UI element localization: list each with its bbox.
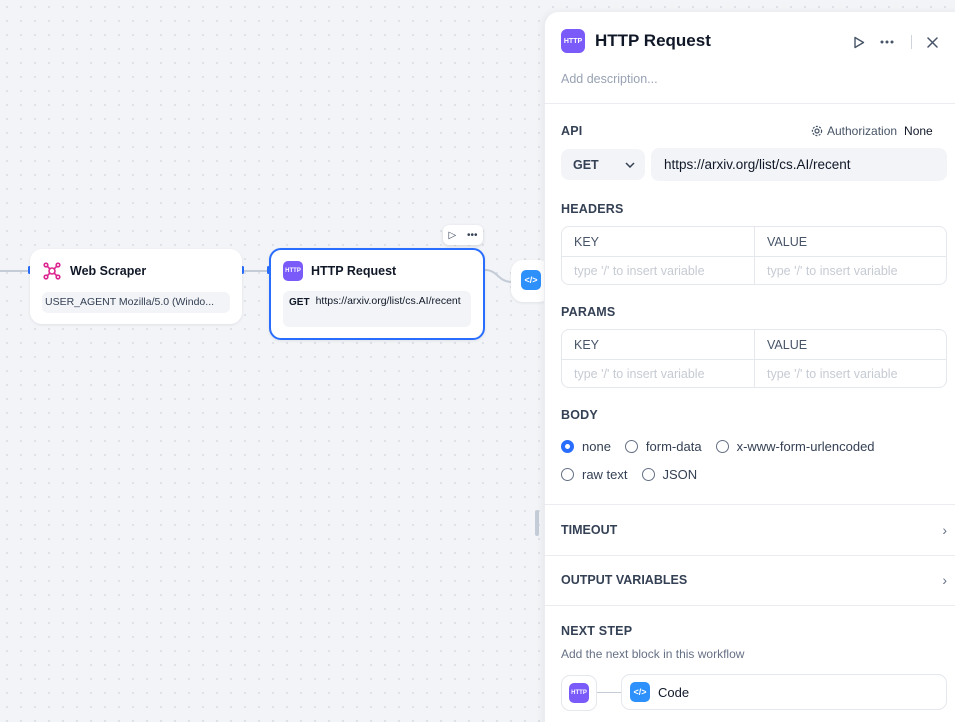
authorization-button[interactable]: Authorization None: [811, 124, 933, 138]
web-scraper-title: Web Scraper: [70, 264, 147, 278]
http-node-summary: GET https://arxiv.org/list/cs.AI/recent: [283, 291, 471, 327]
params-table: KEY VALUE type '/' to insert variable ty…: [561, 329, 947, 388]
panel-resize-handle[interactable]: [535, 510, 539, 536]
header-key-input[interactable]: type '/' to insert variable: [562, 257, 754, 284]
chevron-down-icon: [625, 161, 635, 168]
http-node-url: https://arxiv.org/list/cs.AI/recent: [315, 295, 461, 307]
timeout-section[interactable]: TIMEOUT ›: [561, 522, 947, 538]
chevron-right-icon: ›: [942, 572, 947, 588]
radio-icon: [641, 468, 655, 481]
body-option-none[interactable]: none: [561, 439, 611, 454]
headers-value-header: VALUE: [754, 227, 946, 256]
close-icon: [926, 36, 938, 48]
output-variables-label: OUTPUT VARIABLES: [561, 573, 688, 587]
next-step-target-label: Code: [658, 684, 690, 700]
node-toolbar: ▷ •••: [443, 225, 483, 245]
headers-label: HEADERS: [561, 202, 624, 216]
body-option-form-data[interactable]: form-data: [624, 439, 702, 454]
header-value-input[interactable]: type '/' to insert variable: [754, 257, 946, 284]
body-label: BODY: [561, 408, 598, 422]
code-icon: </>: [521, 270, 541, 290]
edge-in: [0, 270, 30, 272]
url-input[interactable]: https://arxiv.org/list/cs.AI/recent: [651, 148, 947, 181]
radio-icon: [561, 468, 574, 481]
http-request-node[interactable]: HTTP HTTP Request GET https://arxiv.org/…: [269, 248, 485, 340]
body-option-urlencoded[interactable]: x-www-form-urlencoded: [715, 439, 875, 454]
run-node-button[interactable]: [849, 32, 869, 52]
params-value-header: VALUE: [754, 330, 946, 359]
web-scraper-node[interactable]: Web Scraper USER_AGENT Mozilla/5.0 (Wind…: [30, 249, 242, 324]
headers-table: KEY VALUE type '/' to insert variable ty…: [561, 226, 947, 285]
chevron-right-icon: ›: [942, 522, 947, 538]
web-scraper-icon: [42, 261, 62, 281]
method-select[interactable]: GET: [561, 149, 645, 180]
headers-key-header: KEY: [574, 234, 600, 249]
http-icon: HTTP: [569, 683, 589, 703]
http-icon: HTTP: [561, 29, 585, 53]
param-value-input[interactable]: type '/' to insert variable: [754, 360, 946, 387]
authorization-label: Authorization: [827, 124, 898, 138]
radio-icon: [624, 440, 638, 453]
next-step-label: NEXT STEP: [561, 624, 633, 638]
edge-http-code: [484, 269, 513, 283]
timeout-label: TIMEOUT: [561, 523, 618, 537]
http-node-title: HTTP Request: [311, 264, 397, 278]
description-input[interactable]: Add description...: [561, 72, 658, 86]
output-divider: [545, 605, 955, 606]
authorization-value: None: [904, 124, 933, 138]
next-step-description: Add the next block in this workflow: [561, 647, 745, 661]
node-settings-panel: HTTP HTTP Request Add description... API…: [544, 12, 955, 722]
next-step-source: HTTP: [561, 675, 597, 711]
next-step-code-block[interactable]: </> Code: [621, 674, 947, 710]
param-key-input[interactable]: type '/' to insert variable: [562, 360, 754, 387]
next-step-connector: [597, 692, 621, 693]
timeout-divider: [545, 555, 955, 556]
panel-title[interactable]: HTTP Request: [595, 31, 711, 51]
http-node-method: GET: [289, 297, 310, 308]
output-variables-section[interactable]: OUTPUT VARIABLES ›: [561, 572, 947, 588]
params-key-header: KEY: [574, 337, 600, 352]
header-divider: [545, 103, 955, 104]
radio-icon: [715, 440, 729, 453]
gear-icon: [811, 125, 823, 137]
more-icon: [880, 40, 894, 44]
params-label: PARAMS: [561, 305, 616, 319]
more-icon[interactable]: •••: [467, 230, 478, 241]
close-panel-button[interactable]: [922, 32, 942, 52]
play-icon: [854, 36, 865, 48]
code-icon: </>: [630, 682, 650, 702]
web-scraper-variable: USER_AGENT Mozilla/5.0 (Windo...: [42, 292, 230, 313]
api-label: API: [561, 124, 583, 138]
body-option-json[interactable]: JSON: [641, 467, 697, 482]
http-icon: HTTP: [283, 261, 303, 281]
more-options-button[interactable]: [877, 32, 897, 52]
body-divider: [545, 504, 955, 505]
edge-scraper-http: [242, 270, 269, 272]
body-option-raw-text[interactable]: raw text: [561, 467, 628, 482]
actions-divider: [911, 35, 912, 49]
method-value: GET: [573, 157, 599, 172]
radio-selected-icon: [561, 440, 574, 453]
play-icon[interactable]: ▷: [448, 230, 456, 241]
